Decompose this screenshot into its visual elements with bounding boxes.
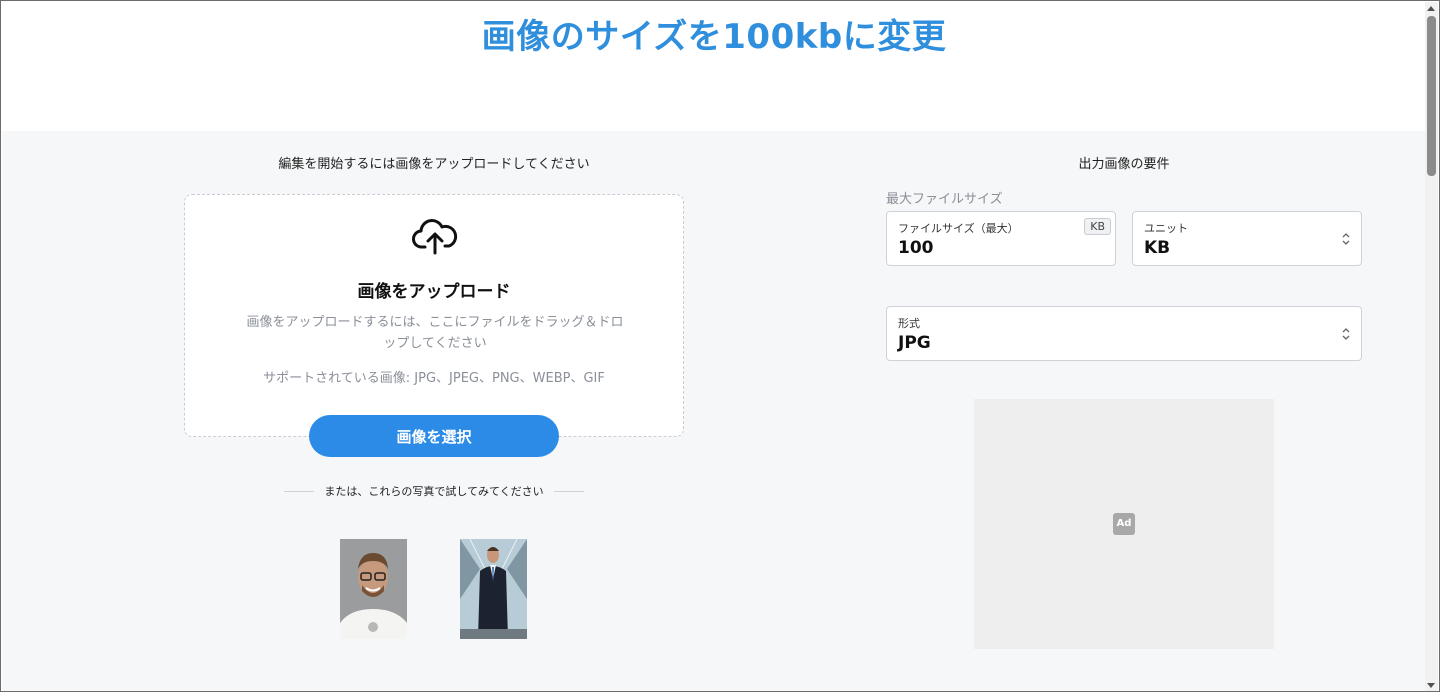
unit-value: KB: [1144, 238, 1171, 258]
unit-select[interactable]: ユニット KB: [1132, 211, 1362, 266]
sample-photo-man-glasses[interactable]: [340, 539, 407, 639]
ad-badge: Ad: [1113, 513, 1135, 535]
select-image-button[interactable]: 画像を選択: [309, 415, 559, 457]
scroll-thumb[interactable]: [1427, 16, 1436, 176]
vertical-scrollbar[interactable]: [1425, 2, 1438, 691]
chevron-updown-icon: [1342, 328, 1350, 340]
unit-label: ユニット: [1144, 222, 1188, 235]
supported-formats: サポートされている画像: JPG、JPEG、PNG、WEBP、GIF: [263, 371, 605, 386]
scroll-up-arrow-icon[interactable]: [1427, 6, 1435, 11]
file-size-label: ファイルサイズ（最大）: [898, 222, 1019, 235]
divider-line: [553, 490, 584, 492]
chevron-updown-icon: [1342, 233, 1350, 245]
format-select[interactable]: 形式 JPG: [886, 306, 1362, 361]
upload-description: 画像をアップロードするには、ここにファイルをドラッグ＆ドロップしてください: [246, 315, 624, 351]
browser-viewport: 画像のサイズを100kbに変更 編集を開始するには画像をアップロードしてください…: [0, 0, 1440, 692]
divider-line: [284, 490, 315, 492]
upload-heading: 編集を開始するには画像をアップロードしてください: [278, 157, 590, 172]
scroll-down-arrow-icon[interactable]: [1427, 683, 1435, 688]
max-size-label: 最大ファイルサイズ: [886, 192, 1003, 207]
unit-badge: KB: [1084, 218, 1111, 235]
portrait-image: [460, 539, 527, 639]
cloud-upload-icon: [412, 219, 458, 255]
format-label: 形式: [898, 317, 920, 330]
sample-divider: または、これらの写真で試してみてください: [284, 483, 584, 499]
page-title: 画像のサイズを100kbに変更: [481, 17, 947, 57]
format-value: JPG: [898, 333, 931, 353]
sample-prompt: または、これらの写真で試してみてください: [324, 485, 544, 498]
tool-section: 編集を開始するには画像をアップロードしてください 画像をアップロード 画像をアッ…: [2, 131, 1427, 691]
file-size-input[interactable]: ファイルサイズ（最大） 100 KB: [886, 211, 1116, 266]
portrait-image: [340, 539, 407, 639]
ad-placeholder[interactable]: Ad: [974, 399, 1274, 649]
upload-dropzone[interactable]: 画像をアップロード 画像をアップロードするには、ここにファイルをドラッグ＆ドロッ…: [184, 194, 684, 437]
upload-title: 画像をアップロード: [357, 282, 511, 302]
file-size-value[interactable]: 100: [898, 238, 934, 258]
requirements-heading: 出力画像の要件: [1078, 157, 1170, 172]
sample-photo-businessman[interactable]: [460, 539, 527, 639]
